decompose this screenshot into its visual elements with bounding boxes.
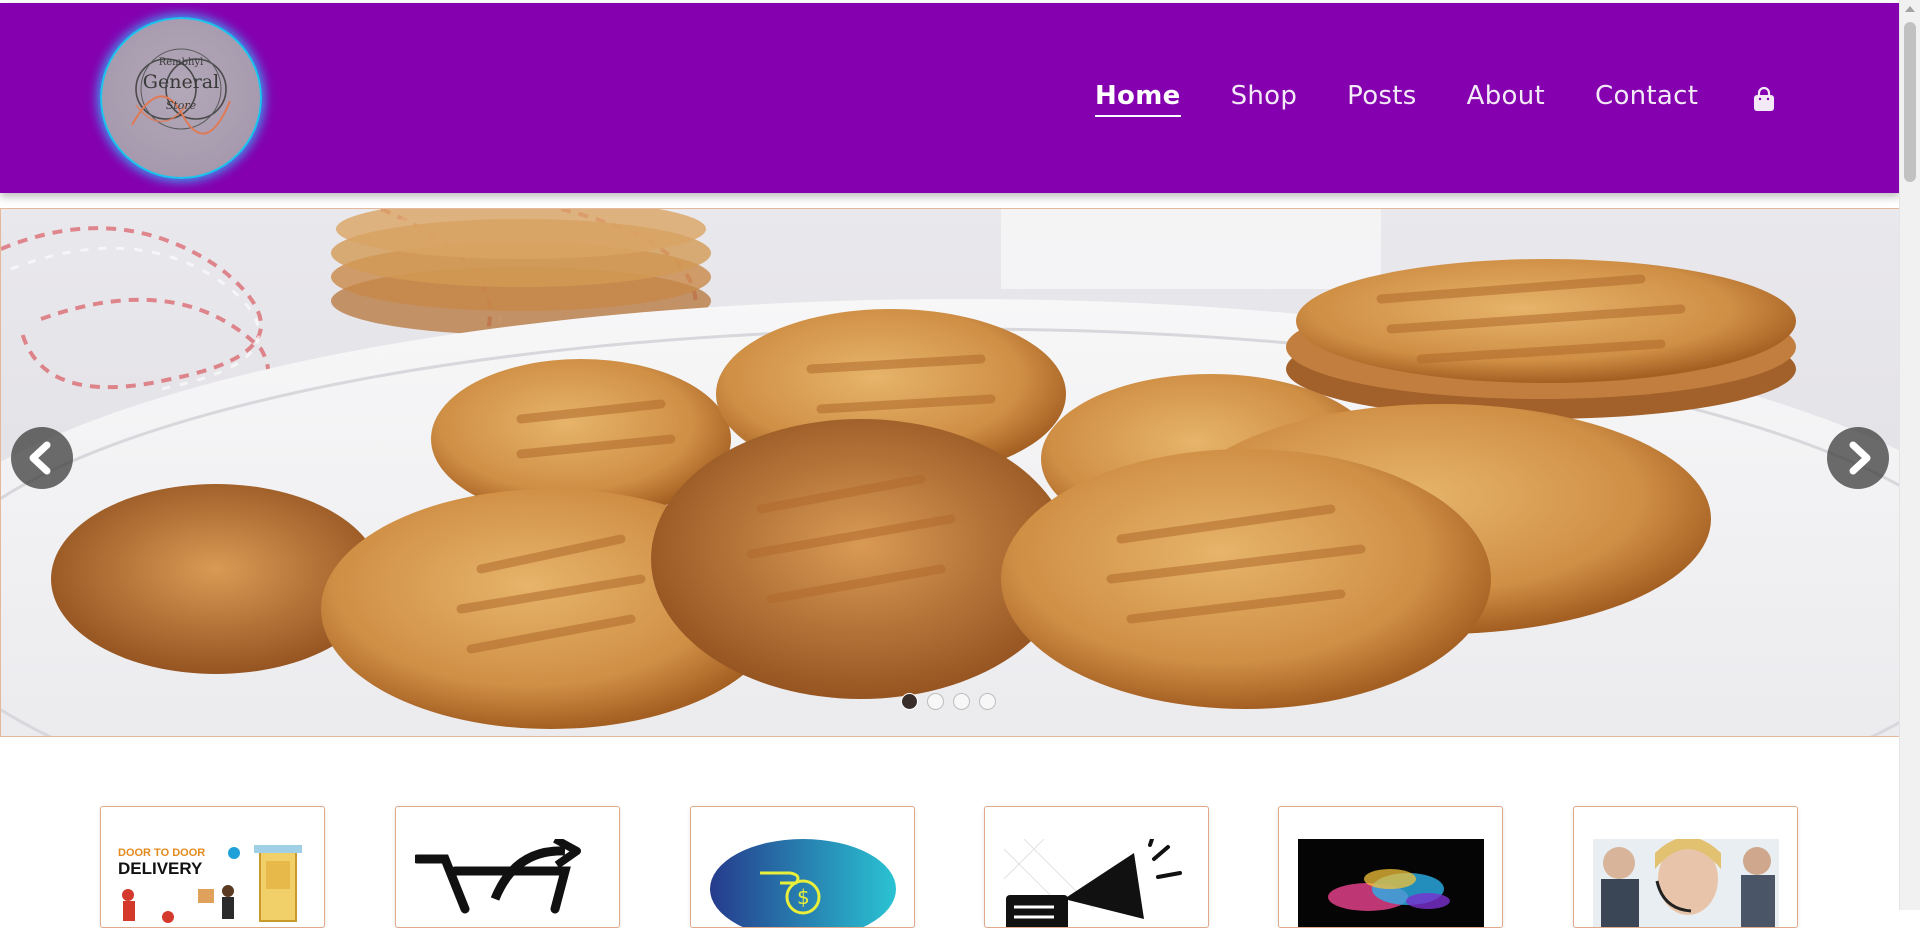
store-logo[interactable]: Rembhyl General Store — [100, 17, 262, 179]
scroll-up-arrow-icon[interactable] — [1905, 6, 1915, 12]
carousel-dot-4[interactable] — [979, 693, 996, 710]
nav-shop[interactable]: Shop — [1231, 81, 1298, 111]
logo-text-main: General — [142, 71, 220, 93]
carousel-indicators — [901, 693, 1005, 710]
feature-cards: DOOR TO DOOR DELIVERY $ — [100, 806, 1800, 928]
carousel-next-button[interactable] — [1827, 427, 1889, 489]
carousel-dot-1[interactable] — [901, 693, 918, 710]
shopping-cart-return-icon — [415, 839, 581, 914]
svg-text:$: $ — [797, 885, 810, 909]
main-nav: Home Shop Posts About Contact — [1095, 81, 1748, 117]
megaphone-news-icon — [1004, 839, 1182, 927]
chevron-right-icon — [1849, 441, 1871, 475]
scrollbar-thumb[interactable] — [1904, 22, 1916, 182]
logo-text-top: Rembhyl — [158, 57, 204, 68]
shopping-bag-icon[interactable] — [1752, 86, 1776, 112]
site-header: Rembhyl General Store Home Shop Posts Ab… — [0, 3, 1900, 193]
logo-emblem-icon — [131, 48, 231, 135]
carousel-dot-3[interactable] — [953, 693, 970, 710]
nav-home[interactable]: Home — [1095, 81, 1181, 117]
delivery-illustration-icon — [122, 845, 302, 923]
color-powder-splash-icon — [1298, 839, 1484, 927]
cookies-slide-image — [1, 209, 1899, 736]
hero-carousel[interactable] — [0, 208, 1900, 737]
page-scrollbar[interactable] — [1899, 0, 1920, 910]
nav-about[interactable]: About — [1467, 81, 1545, 111]
chevron-left-icon — [29, 441, 51, 475]
page: Rembhyl General Store Home Shop Posts Ab… — [0, 0, 1900, 928]
carousel-prev-button[interactable] — [11, 427, 73, 489]
nav-posts[interactable]: Posts — [1347, 81, 1416, 111]
nav-contact[interactable]: Contact — [1595, 81, 1698, 111]
carousel-dot-2[interactable] — [927, 693, 944, 710]
money-hand-icon: $ — [710, 839, 896, 927]
customer-support-icon — [1593, 839, 1779, 927]
logo-text-bottom: Store — [165, 99, 197, 112]
